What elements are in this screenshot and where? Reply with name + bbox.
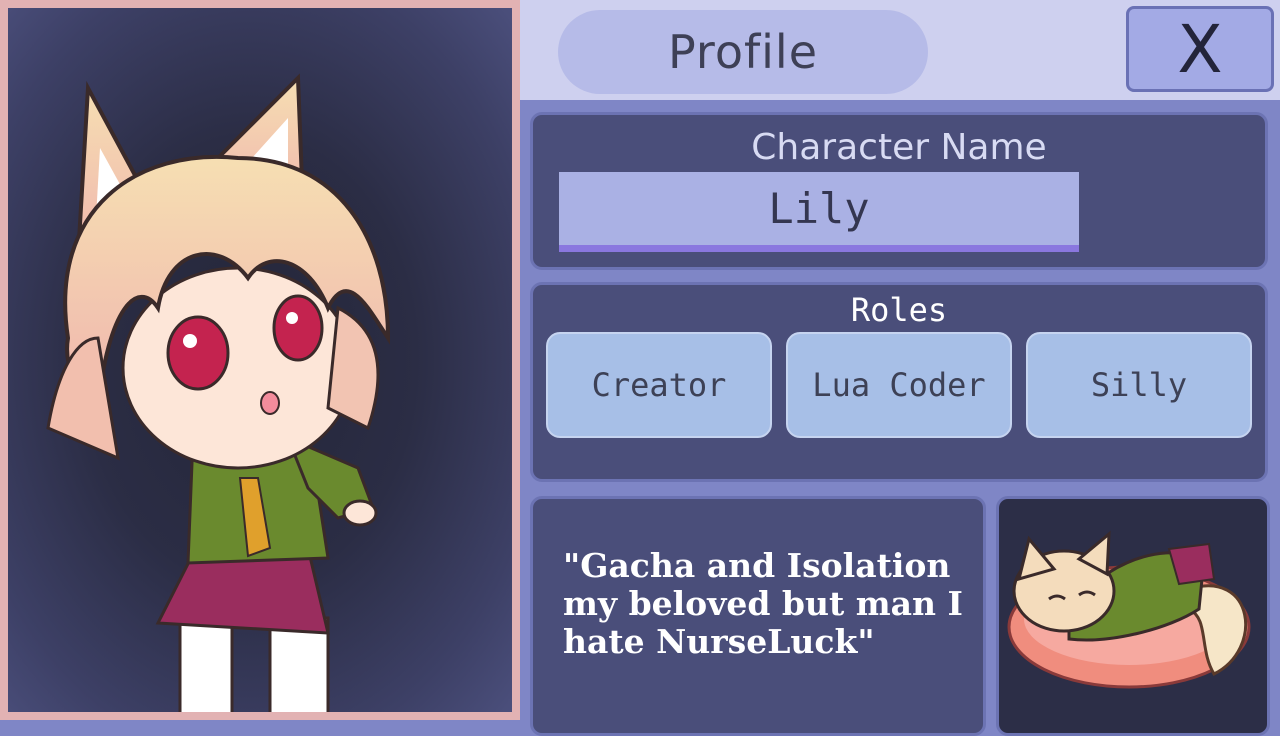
character-name-label: Character Name xyxy=(751,127,1047,168)
role-button-lua-coder[interactable]: Lua Coder xyxy=(786,332,1012,438)
role-button-silly[interactable]: Silly xyxy=(1026,332,1252,438)
role-button-creator[interactable]: Creator xyxy=(546,332,772,438)
close-button[interactable]: X xyxy=(1126,6,1274,92)
character-portrait xyxy=(8,8,512,712)
page-title: Profile xyxy=(558,10,928,94)
bio-panel: "Gacha and Isolation my beloved but man … xyxy=(530,496,986,736)
portrait-frame xyxy=(0,0,520,720)
sleeping-character-image xyxy=(1007,530,1251,689)
character-illustration xyxy=(46,73,391,712)
top-bar: Profile X xyxy=(520,0,1280,100)
character-name-panel: Character Name Lily xyxy=(530,112,1268,270)
bio-text: "Gacha and Isolation my beloved but man … xyxy=(563,546,963,661)
roles-label: Roles xyxy=(850,291,948,329)
roles-panel: Roles Creator Lua Coder Silly xyxy=(530,282,1268,482)
sleeping-character-panel xyxy=(996,496,1270,736)
character-name-input[interactable]: Lily xyxy=(559,172,1079,252)
